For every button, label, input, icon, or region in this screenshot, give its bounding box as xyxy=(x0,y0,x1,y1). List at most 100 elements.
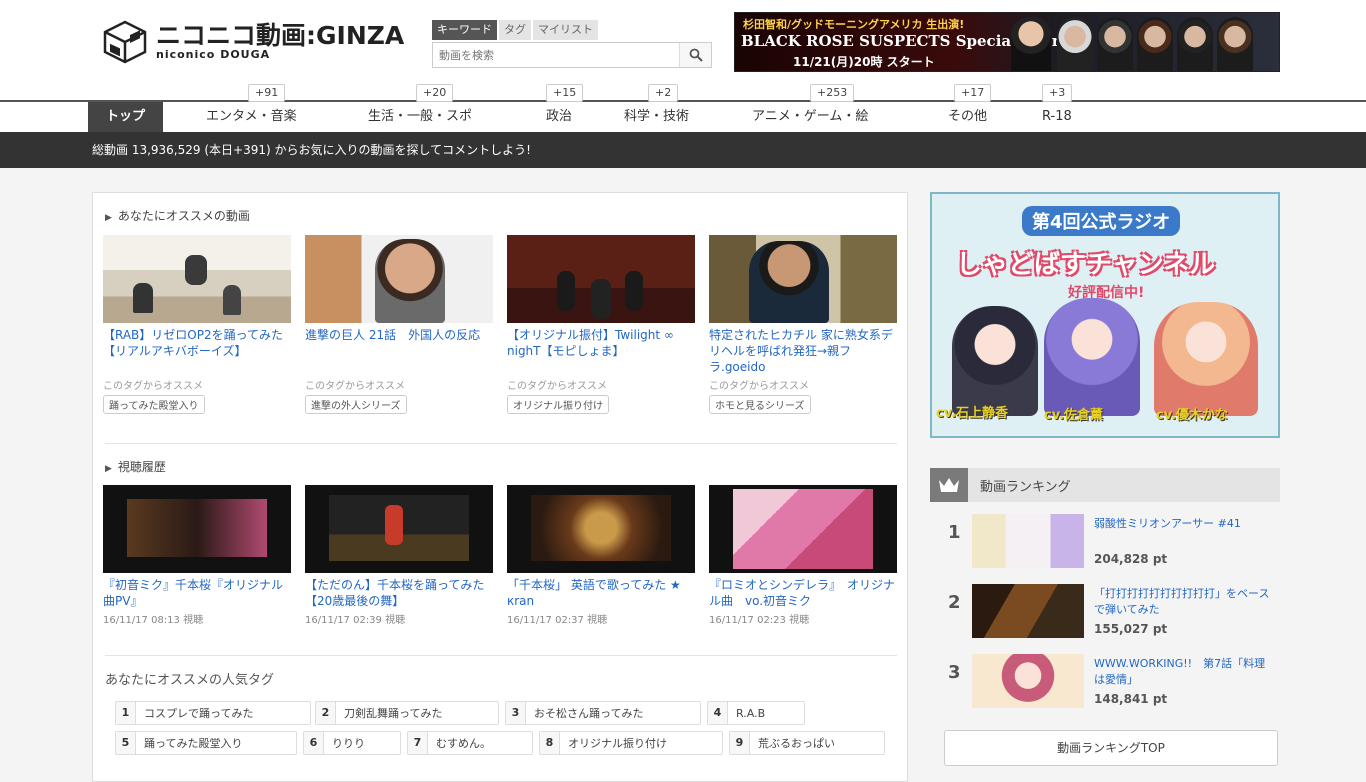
ranking-top-button[interactable]: 動画ランキングTOP xyxy=(944,730,1278,766)
popular-tag[interactable]: 9 荒ぶるおっぱい xyxy=(729,731,885,755)
channel-ad-banner[interactable]: 第4回公式ラジオ しゃどばすチャンネル 好評配信中! cv.石上静香 cv.佐倉… xyxy=(930,192,1280,438)
popular-tag[interactable]: 8 オリジナル振り付け xyxy=(539,731,723,755)
search-tab-mylist[interactable]: マイリスト xyxy=(533,20,598,40)
search-type-tabs: キーワード タグ マイリスト xyxy=(432,20,600,40)
video-thumbnail[interactable] xyxy=(103,235,291,323)
search-tab-tag[interactable]: タグ xyxy=(499,20,531,40)
popular-tag[interactable]: 3 おそ松さん踊ってみた xyxy=(505,701,701,725)
video-title-link[interactable]: 『ロミオとシンデレラ』 オリジナル曲 vo.初音ミク xyxy=(709,577,897,609)
banner-person-image xyxy=(1097,17,1133,71)
ranking-title-link[interactable]: 弱酸性ミリオンアーサー #41 xyxy=(1094,516,1274,548)
nav-item-life[interactable]: +20 生活・一般・スポ xyxy=(368,84,473,132)
recommended-video-card[interactable]: 【オリジナル振付】Twilight ∞ nighT【モピしょま】 このタグからオ… xyxy=(507,235,695,414)
person-figure xyxy=(375,239,445,323)
dancer-figure xyxy=(591,279,611,319)
nav-item-science[interactable]: +2 科学・技術 xyxy=(624,84,690,132)
ranking-item[interactable]: 1 弱酸性ミリオンアーサー #41 204,828 pt xyxy=(930,514,1280,574)
video-title-link[interactable]: 「千本桜」 英語で歌ってみた ★ кran xyxy=(507,577,695,609)
video-thumbnail[interactable] xyxy=(103,485,291,573)
logo-text: ニコニコ動画:GINZA niconico DOUGA xyxy=(156,23,404,61)
video-recommend-reason: このタグからオススメ xyxy=(709,381,809,392)
video-recommend-reason: このタグからオススメ xyxy=(305,381,405,392)
popular-tag[interactable]: 2 刀剣乱舞踊ってみた xyxy=(315,701,499,725)
nav-item-other[interactable]: +17 その他 xyxy=(948,84,992,132)
video-thumbnail[interactable] xyxy=(507,235,695,323)
video-title-link[interactable]: 【ただのん】千本桜を踊ってみた【20歳最後の舞】 xyxy=(305,577,493,609)
popular-tag[interactable]: 1 コスプレで踊ってみた xyxy=(115,701,311,725)
ranking-title-link[interactable]: WWW.WORKING!! 第7話「料理は愛情」 xyxy=(1094,656,1274,688)
video-thumbnail[interactable] xyxy=(709,485,897,573)
watched-time: 16/11/17 02:37 視聴 xyxy=(507,615,608,626)
history-video-card[interactable]: 『初音ミク』千本桜『オリジナル曲PV』 16/11/17 08:13 視聴 xyxy=(103,485,291,626)
event-banner[interactable]: 杉田智和/グッドモーニングアメリカ 生出演! BLACK ROSE SUSPEC… xyxy=(734,12,1280,72)
video-title-link[interactable]: 『初音ミク』千本桜『オリジナル曲PV』 xyxy=(103,577,291,609)
search-button[interactable] xyxy=(679,43,711,67)
ranking-thumbnail[interactable] xyxy=(972,654,1084,708)
search-input[interactable] xyxy=(433,43,679,67)
popular-tag[interactable]: 7 むすめん。 xyxy=(407,731,533,755)
popular-tag[interactable]: 5 踊ってみた殿堂入り xyxy=(115,731,297,755)
nav-item-label: R-18 xyxy=(1042,109,1072,124)
nav-item-label: 生活・一般・スポ xyxy=(368,109,473,124)
ranking-thumbnail[interactable] xyxy=(972,514,1084,568)
recommended-video-card[interactable]: 特定されたヒカチル 家に熟女系デリヘルを呼ばれ発狂→親フラ.goeido このタ… xyxy=(709,235,897,414)
video-tag[interactable]: オリジナル振り付け xyxy=(507,395,609,414)
popular-tag[interactable]: 6 りりり xyxy=(303,731,401,755)
nav-item-r18[interactable]: +3 R-18 xyxy=(1042,84,1073,132)
ranking-item[interactable]: 2 「打打打打打打打打打打」をベースで弾いてみた 155,027 pt xyxy=(930,584,1280,644)
triangle-icon: ▶ xyxy=(105,213,112,223)
dancer-figure xyxy=(625,271,643,311)
tag-rank: 5 xyxy=(116,732,136,754)
popular-tags-title: あなたにオススメの人気タグ xyxy=(105,673,275,688)
tag-label: 荒ぶるおっぱい xyxy=(758,737,835,750)
history-video-card[interactable]: 【ただのん】千本桜を踊ってみた【20歳最後の舞】 16/11/17 02:39 … xyxy=(305,485,493,626)
popular-tag[interactable]: 4 R.A.B xyxy=(707,701,805,725)
cube-logo-icon xyxy=(103,20,147,64)
banner-person-image xyxy=(1137,17,1173,71)
niconico-logo[interactable]: ニコニコ動画:GINZA niconico DOUGA xyxy=(102,20,404,64)
video-thumbnail[interactable] xyxy=(305,235,493,323)
ranking-title-link[interactable]: 「打打打打打打打打打打」をベースで弾いてみた xyxy=(1094,586,1274,618)
nav-item-label: 科学・技術 xyxy=(624,109,690,124)
search-tab-keyword[interactable]: キーワード xyxy=(432,20,497,40)
history-video-card[interactable]: 「千本桜」 英語で歌ってみた ★ кran 16/11/17 02:37 視聴 xyxy=(507,485,695,626)
video-tag[interactable]: 進撃の外人シリーズ xyxy=(305,395,407,414)
ranking-points: 204,828 pt xyxy=(1094,552,1168,566)
tag-label: 踊ってみた殿堂入り xyxy=(144,737,243,750)
ranking-thumbnail[interactable] xyxy=(972,584,1084,638)
character-image xyxy=(952,306,1038,416)
video-title-link[interactable]: 進撃の巨人 21話 外国人の反応 xyxy=(305,327,493,375)
triangle-icon: ▶ xyxy=(105,464,112,474)
video-recommend-reason: このタグからオススメ xyxy=(103,381,203,392)
history-video-card[interactable]: 『ロミオとシンデレラ』 オリジナル曲 vo.初音ミク 16/11/17 02:2… xyxy=(709,485,897,626)
tag-label: むすめん。 xyxy=(436,737,491,750)
recommended-video-card[interactable]: 【RAB】リゼロOP2を踊ってみた【リアルアキバボーイズ】 このタグからオススメ… xyxy=(103,235,291,414)
video-thumbnail[interactable] xyxy=(305,485,493,573)
scene-image xyxy=(531,495,671,561)
video-thumbnail[interactable] xyxy=(709,235,897,323)
video-title-link[interactable]: 【オリジナル振付】Twilight ∞ nighT【モピしょま】 xyxy=(507,327,695,375)
nav-item-top[interactable]: トップ xyxy=(88,102,164,132)
video-thumbnail[interactable] xyxy=(507,485,695,573)
tag-label: コスプレで踊ってみた xyxy=(144,707,254,720)
nav-item-entertainment[interactable]: +91 エンタメ・音楽 xyxy=(206,84,297,132)
nav-item-anime[interactable]: +253 アニメ・ゲーム・絵 xyxy=(752,84,868,132)
nav-item-politics[interactable]: +15 政治 xyxy=(546,84,584,132)
video-tag[interactable]: ホモと見るシリーズ xyxy=(709,395,811,414)
nav-item-label: エンタメ・音楽 xyxy=(206,109,297,124)
ranking-item[interactable]: 3 WWW.WORKING!! 第7話「料理は愛情」 148,841 pt xyxy=(930,654,1280,714)
recommended-video-card[interactable]: 進撃の巨人 21話 外国人の反応 このタグからオススメ 進撃の外人シリーズ xyxy=(305,235,493,414)
nav-item-label: その他 xyxy=(948,109,988,124)
ranking-header: 動画ランキング xyxy=(930,468,1280,502)
crown-icon-box xyxy=(930,468,968,502)
scene-image xyxy=(733,489,873,569)
dancer-figure xyxy=(557,271,575,311)
video-title-link[interactable]: 【RAB】リゼロOP2を踊ってみた【リアルアキバボーイズ】 xyxy=(103,327,291,375)
nav-badge: +91 xyxy=(248,84,286,102)
history-title-text: 視聴履歴 xyxy=(117,460,166,474)
tag-label: R.A.B xyxy=(736,706,766,720)
video-tag[interactable]: 踊ってみた殿堂入り xyxy=(103,395,205,414)
video-title-link[interactable]: 特定されたヒカチル 家に熟女系デリヘルを呼ばれ発狂→親フラ.goeido xyxy=(709,327,897,375)
ad-main-title: しゃどばすチャンネル xyxy=(956,250,1216,280)
dancer-figure xyxy=(185,255,207,285)
